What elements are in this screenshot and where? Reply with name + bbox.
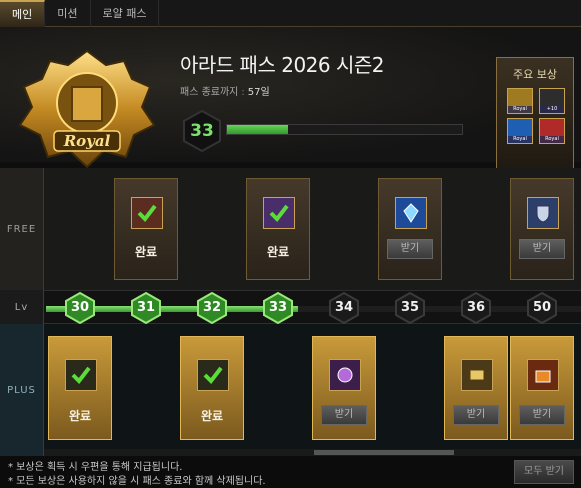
royal-scroll-icon bbox=[461, 359, 493, 391]
level-node: 36 bbox=[460, 291, 492, 325]
reward-track[interactable]: FREE Lv PLUS 완료 완료 받기 받기 30 31 32 33 34 … bbox=[0, 168, 581, 456]
level-row-label: Lv bbox=[0, 290, 44, 324]
royal-check-icon bbox=[197, 359, 229, 391]
level-number: 33 bbox=[268, 300, 288, 315]
royal-box-icon bbox=[527, 359, 559, 391]
footer-note: * 모든 보상은 사용하지 않을 시 패스 종료와 함께 삭제됩니다. bbox=[8, 476, 266, 487]
xp-progress-bar bbox=[226, 124, 463, 135]
level-number: 36 bbox=[466, 300, 486, 315]
pass-header: Royal 아라드 패스 2026 시즌2 패스 종료까지:57일 33 주요 … bbox=[0, 27, 581, 177]
reward-tag: Royal bbox=[508, 136, 532, 143]
xp-progress-fill bbox=[227, 125, 289, 134]
footer-note: * 보상은 획득 시 우편을 통해 지급됩니다. bbox=[8, 462, 183, 473]
completed-label: 완료 bbox=[266, 245, 290, 259]
free-reward-card[interactable]: 받기 bbox=[510, 178, 574, 280]
royal-blue-crystal-icon[interactable]: Royal bbox=[507, 118, 533, 144]
level-node: 34 bbox=[328, 291, 360, 325]
reward-tag: Royal bbox=[540, 136, 564, 143]
reward-tag: Royal bbox=[508, 106, 532, 113]
completed-label: 완료 bbox=[200, 409, 224, 423]
tab-missions[interactable]: 미션 bbox=[45, 0, 91, 27]
claim-button[interactable]: 받기 bbox=[321, 405, 367, 425]
scrollbar-thumb[interactable] bbox=[314, 450, 454, 455]
free-reward-card[interactable]: 완료 bbox=[114, 178, 178, 280]
claim-button[interactable]: 받기 bbox=[453, 405, 499, 425]
level-number: 34 bbox=[334, 300, 354, 315]
level-number: 35 bbox=[400, 300, 420, 315]
reward-tag: +10 bbox=[540, 106, 564, 113]
level-number: 30 bbox=[70, 300, 90, 315]
tab-royal-pass[interactable]: 로얄 패스 bbox=[91, 0, 160, 27]
royal-orb-icon bbox=[329, 359, 361, 391]
royal-emblem-icon: Royal bbox=[18, 49, 156, 169]
check-reward-icon bbox=[263, 197, 295, 229]
main-rewards-panel: 주요 보상 Royal +10 Royal Royal bbox=[496, 57, 574, 177]
royal-check-icon bbox=[65, 359, 97, 391]
claim-button[interactable]: 받기 bbox=[519, 239, 565, 259]
claim-button[interactable]: 받기 bbox=[387, 239, 433, 259]
claim-button[interactable]: 받기 bbox=[519, 405, 565, 425]
free-row-label: FREE bbox=[0, 168, 44, 290]
claim-all-button[interactable]: 모두 받기 bbox=[514, 460, 574, 484]
completed-label: 완료 bbox=[134, 245, 158, 259]
tab-main[interactable]: 메인 bbox=[0, 0, 46, 27]
footer: * 보상은 획득 시 우편을 통해 지급됩니다. * 모든 보상은 사용하지 않… bbox=[0, 456, 581, 488]
plus-reward-card[interactable]: 받기 bbox=[444, 336, 508, 440]
remaining-label: 패스 종료까지 bbox=[180, 87, 239, 98]
remaining-days: 57일 bbox=[247, 87, 270, 98]
plus-ten-ticket-icon[interactable]: +10 bbox=[539, 88, 565, 114]
level-node: 32 bbox=[196, 291, 228, 325]
plus-reward-card[interactable]: 받기 bbox=[312, 336, 376, 440]
plus-reward-card[interactable]: 완료 bbox=[180, 336, 244, 440]
free-reward-card[interactable]: 받기 bbox=[378, 178, 442, 280]
plus-reward-card[interactable]: 완료 bbox=[48, 336, 112, 440]
level-node: 30 bbox=[64, 291, 96, 325]
page-title: 아라드 패스 2026 시즌2 bbox=[180, 53, 385, 77]
plus-row-label: PLUS bbox=[0, 324, 44, 456]
level-number: 31 bbox=[136, 300, 156, 315]
royal-red-box-icon[interactable]: Royal bbox=[539, 118, 565, 144]
free-reward-card[interactable]: 완료 bbox=[246, 178, 310, 280]
current-level: 33 bbox=[190, 121, 214, 141]
level-number: 50 bbox=[532, 300, 552, 315]
level-number: 32 bbox=[202, 300, 222, 315]
tab-bar: 메인 미션 로얄 패스 bbox=[0, 0, 581, 27]
plus-reward-card[interactable]: 받기 bbox=[510, 336, 574, 440]
blue-armor-icon bbox=[527, 197, 559, 229]
level-node: 33 bbox=[262, 291, 294, 325]
horizontal-scrollbar[interactable] bbox=[44, 449, 581, 456]
blue-crystal-icon bbox=[395, 197, 427, 229]
remaining-sep: : bbox=[241, 87, 245, 98]
emblem-text: Royal bbox=[63, 132, 111, 150]
remaining-time: 패스 종료까지:57일 bbox=[180, 83, 270, 98]
level-node: 31 bbox=[130, 291, 162, 325]
level-node: 35 bbox=[394, 291, 426, 325]
completed-label: 완료 bbox=[68, 409, 92, 423]
main-rewards-label: 주요 보상 bbox=[513, 68, 557, 81]
royal-gold-box-icon[interactable]: Royal bbox=[507, 88, 533, 114]
current-level-badge: 33 bbox=[180, 109, 224, 153]
check-reward-icon bbox=[131, 197, 163, 229]
level-node: 50 bbox=[526, 291, 558, 325]
